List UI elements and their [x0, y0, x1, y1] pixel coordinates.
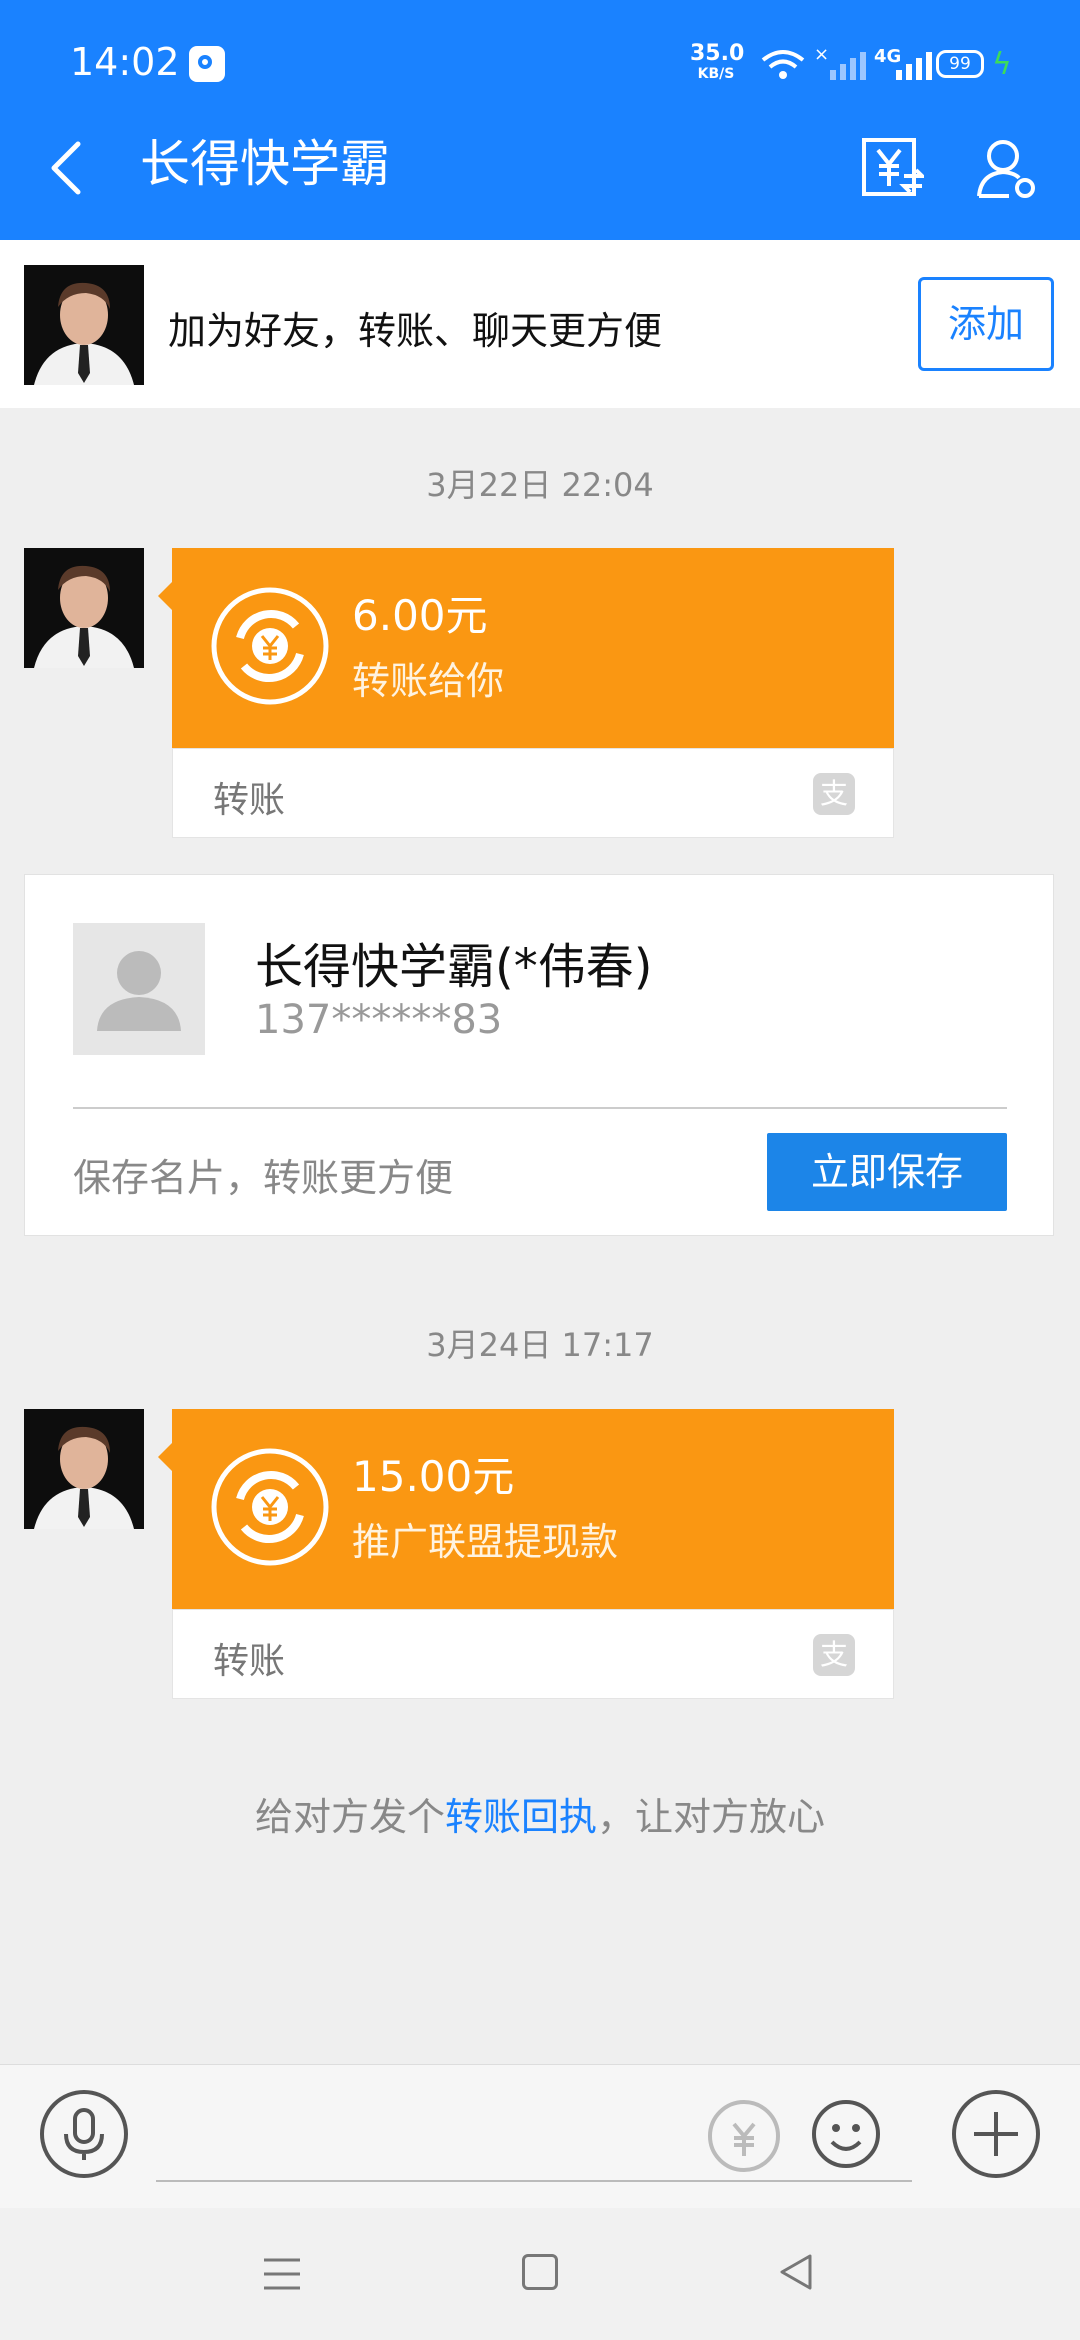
yuan-transfer-icon[interactable] — [860, 136, 924, 200]
receipt-hint-prefix: 给对方发个 — [254, 1795, 445, 1839]
message-timestamp: 3月24日 17:17 — [426, 1326, 654, 1364]
bubble-tail — [158, 582, 172, 610]
contact-card: 长得快学霸(*伟春) 137******83 保存名片，转账更方便 立即保存 — [24, 874, 1054, 1236]
transfer-card-body: 6.00元 转账给你 — [172, 548, 894, 748]
transfer-coin-icon — [211, 1448, 329, 1566]
transfer-description: 推广联盟提现款 — [352, 1520, 619, 1564]
avatar[interactable] — [24, 265, 144, 385]
network-speed: 35.0 KB/S — [690, 41, 745, 84]
transfer-card-body: 15.00元 推广联盟提现款 — [172, 1409, 894, 1609]
network-speed-unit: KB/S — [697, 66, 735, 82]
back-icon[interactable] — [46, 138, 86, 198]
default-avatar-icon — [73, 923, 205, 1055]
app-notification-icon — [189, 46, 225, 82]
emoji-icon[interactable] — [810, 2098, 882, 2170]
status-time: 14:02 — [70, 40, 180, 84]
signal-x-icon: × — [814, 44, 830, 65]
plus-icon[interactable] — [950, 2088, 1042, 2180]
message-input[interactable] — [156, 2090, 912, 2182]
wifi-icon — [761, 50, 805, 79]
signal-icon — [830, 52, 866, 80]
avatar[interactable] — [24, 1409, 144, 1529]
avatar[interactable] — [24, 548, 144, 668]
page-title: 长得快学霸 — [140, 135, 390, 193]
top-bar — [0, 0, 1080, 240]
receipt-link[interactable]: 转账回执 — [445, 1795, 597, 1839]
transfer-label: 转账 — [213, 780, 286, 821]
alipay-icon: 支 — [813, 1634, 855, 1676]
menu-icon[interactable] — [262, 2256, 302, 2292]
transfer-coin-icon — [211, 587, 329, 705]
contact-name: 长得快学霸(*伟春) — [255, 939, 653, 995]
transfer-card[interactable]: 6.00元 转账给你 转账 支 — [158, 548, 894, 838]
receipt-hint-suffix: ，让对方放心 — [597, 1795, 826, 1839]
receipt-hint: 给对方发个转账回执，让对方放心 — [0, 1786, 1080, 1841]
bubble-tail — [158, 1443, 172, 1471]
add-friend-text: 加为好友，转账、聊天更方便 — [168, 309, 663, 353]
battery-icon: 99 — [936, 50, 984, 78]
transfer-label: 转账 — [213, 1641, 286, 1682]
add-friend-button[interactable]: 添加 — [918, 277, 1054, 371]
charging-icon: ϟ — [992, 47, 1012, 82]
person-settings-icon[interactable] — [975, 136, 1039, 200]
transfer-card[interactable]: 15.00元 推广联盟提现款 转账 支 — [158, 1409, 894, 1699]
transfer-description: 转账给你 — [352, 659, 505, 703]
nav-back-icon[interactable] — [776, 2252, 816, 2292]
transfer-card-footer: 转账 支 — [172, 748, 894, 838]
network-speed-value: 35.0 — [690, 41, 745, 66]
signal-strength-icon — [896, 52, 932, 80]
contact-phone: 137******83 — [255, 997, 503, 1043]
microphone-icon[interactable] — [38, 2088, 130, 2180]
yuan-transfer-icon[interactable] — [706, 2098, 782, 2174]
transfer-amount: 6.00元 — [352, 591, 488, 640]
save-contact-button[interactable]: 立即保存 — [767, 1133, 1007, 1211]
home-icon[interactable] — [522, 2254, 558, 2290]
save-contact-hint: 保存名片，转账更方便 — [73, 1156, 454, 1200]
message-timestamp: 3月22日 22:04 — [426, 466, 654, 504]
transfer-amount: 15.00元 — [352, 1452, 515, 1501]
alipay-icon: 支 — [813, 773, 855, 815]
divider — [73, 1107, 1007, 1109]
transfer-card-footer: 转账 支 — [172, 1609, 894, 1699]
